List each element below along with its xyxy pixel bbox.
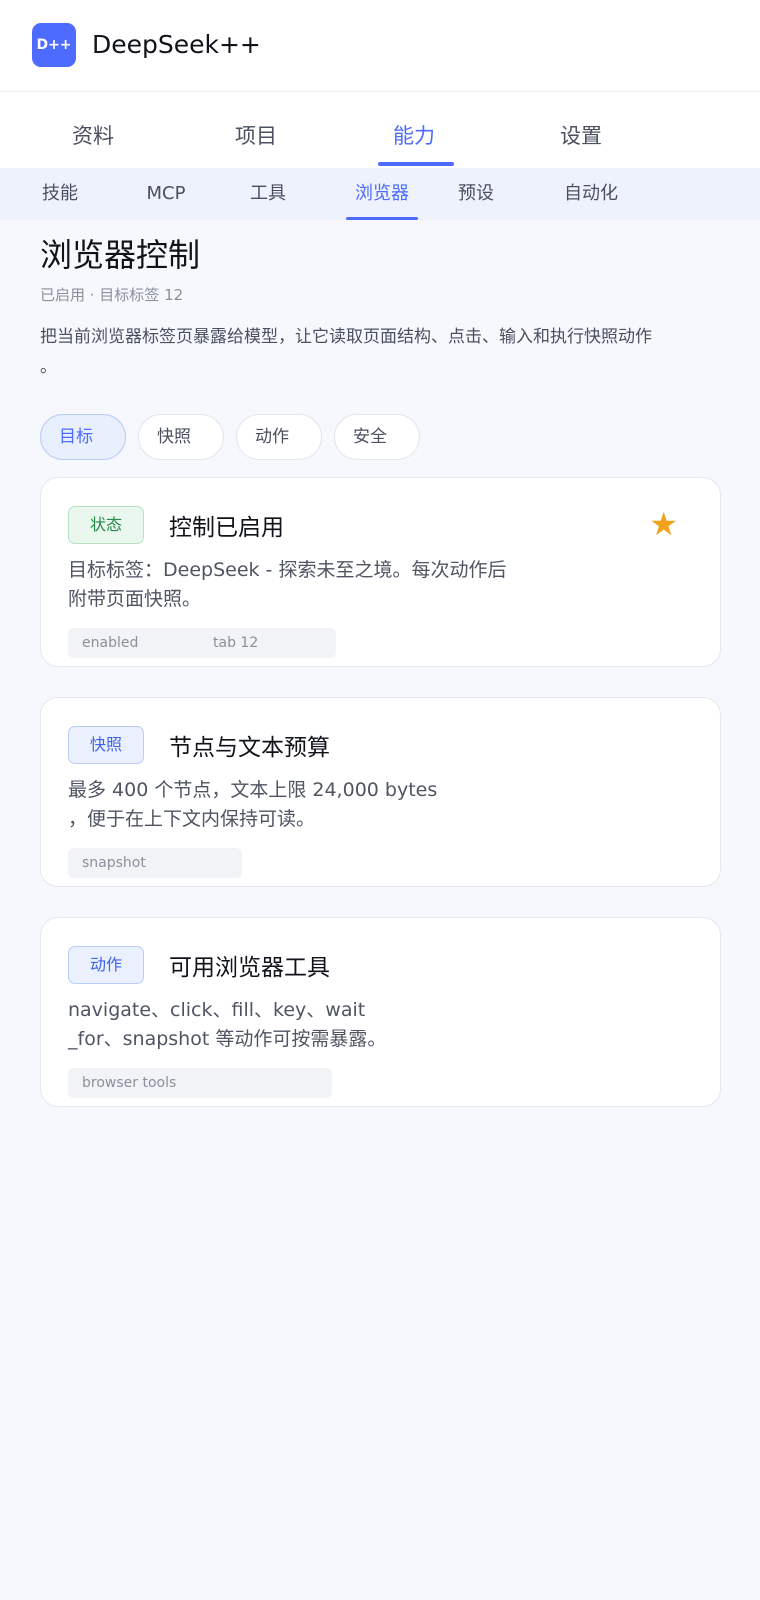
filter-target[interactable]: 目标 (40, 414, 126, 460)
app-title: DeepSeek++ (92, 30, 261, 59)
tag-browser-tools: browser tools (82, 1075, 177, 1091)
filter-actions[interactable]: 动作 (236, 414, 322, 460)
star-icon[interactable]: ★ (649, 506, 678, 542)
subtab-presets[interactable]: 预设 (456, 168, 496, 220)
chip-label: 目标 (59, 427, 93, 447)
sub-tab-bar: 技能 MCP 工具 浏览器 预设 自动化 (0, 168, 760, 220)
top-tab-bar: 资料 项目 能力 设置 (0, 92, 760, 168)
subtab-label: 自动化 (564, 183, 618, 204)
tab-settings[interactable]: 设置 (526, 92, 636, 168)
card-title: 可用浏览器工具 (169, 955, 330, 981)
subtab-label: 浏览器 (355, 183, 409, 204)
tab-label: 项目 (235, 124, 277, 148)
card-status[interactable]: 状态 控制已启用 ★ 目标标签：DeepSeek - 探索未至之境。每次动作后 … (40, 477, 721, 667)
status-meta: 已启用 · 目标标签 12 (40, 286, 184, 304)
tab-projects[interactable]: 项目 (201, 92, 311, 168)
subtab-label: 技能 (42, 183, 78, 204)
subtab-label: 预设 (458, 183, 494, 204)
subtab-browser[interactable]: 浏览器 (346, 168, 418, 220)
card-body: 最多 400 个节点，文本上限 24,000 bytes ，便于在上下文内保持可… (68, 779, 438, 830)
app-logo: D++ (32, 23, 76, 67)
filter-security[interactable]: 安全 (334, 414, 420, 460)
chip-label: 安全 (353, 427, 387, 447)
card-snapshot[interactable]: 快照 节点与文本预算 最多 400 个节点，文本上限 24,000 bytes … (40, 697, 721, 887)
card-tags: snapshot (68, 848, 242, 878)
tab-label: 设置 (560, 124, 602, 148)
subtab-mcp[interactable]: MCP (143, 168, 189, 220)
subtab-tools[interactable]: 工具 (248, 168, 288, 220)
tag-snapshot: snapshot (82, 855, 146, 871)
page-title: 浏览器控制 (40, 236, 201, 274)
card-body: 目标标签：DeepSeek - 探索未至之境。每次动作后 附带页面快照。 (68, 559, 507, 610)
snapshot-badge: 快照 (68, 726, 144, 764)
card-actions[interactable]: 动作 可用浏览器工具 navigate、click、fill、key、wait … (40, 917, 721, 1107)
subtab-skills[interactable]: 技能 (40, 168, 80, 220)
card-tags: enabled tab 12 (68, 628, 336, 658)
card-tags: browser tools (68, 1068, 332, 1098)
status-badge: 状态 (68, 506, 144, 544)
chip-label: 动作 (255, 427, 289, 447)
tab-label: 资料 (72, 124, 114, 148)
tag-enabled: enabled (82, 635, 139, 651)
app-header: D++ DeepSeek++ (0, 0, 760, 92)
card-title: 控制已启用 (169, 515, 284, 541)
subtab-label: 工具 (250, 183, 286, 204)
tab-profile[interactable]: 资料 (38, 92, 148, 168)
card-body: navigate、click、fill、key、wait _for、snapsh… (68, 999, 387, 1050)
actions-badge: 动作 (68, 946, 144, 984)
subtab-label: MCP (146, 183, 186, 204)
subtab-automation[interactable]: 自动化 (561, 168, 621, 220)
card-title: 节点与文本预算 (169, 735, 330, 761)
tab-capabilities[interactable]: 能力 (359, 92, 469, 168)
tab-label: 能力 (393, 124, 435, 148)
tag-tab: tab 12 (213, 635, 259, 651)
active-subtab-indicator (346, 217, 418, 220)
page-description: 把当前浏览器标签页暴露给模型，让它读取页面结构、点击、输入和执行快照动作 。 (40, 327, 652, 377)
chip-label: 快照 (157, 427, 191, 447)
filter-snapshot[interactable]: 快照 (138, 414, 224, 460)
active-tab-indicator (378, 162, 454, 166)
